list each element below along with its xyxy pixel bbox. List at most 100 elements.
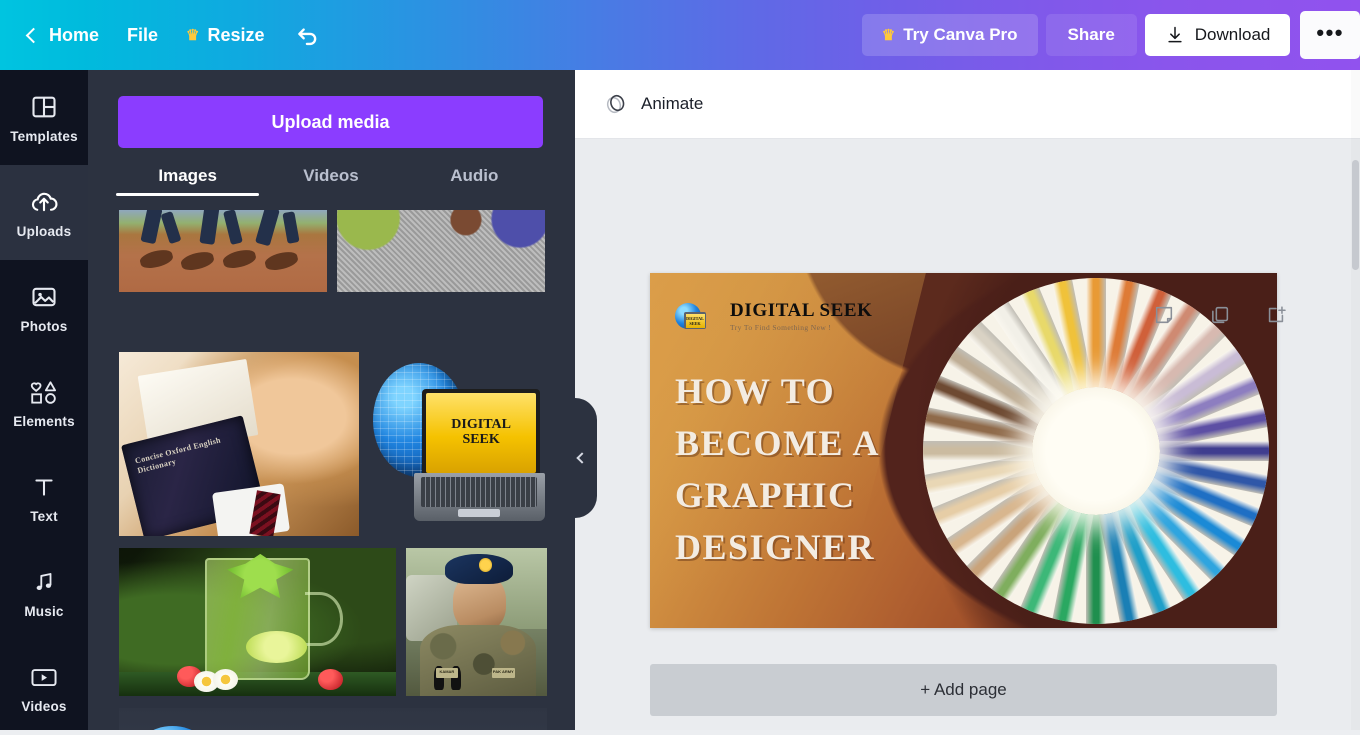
chevron-left-icon — [25, 27, 42, 43]
upload-thumbnail-army-officer-portrait[interactable]: KAMAR PAK ARMY — [406, 548, 547, 696]
templates-icon — [29, 92, 59, 122]
uploads-tabs: Images Videos Audio — [116, 166, 546, 208]
tab-images-label: Images — [158, 166, 217, 185]
tab-audio-label: Audio — [450, 166, 499, 185]
video-icon — [29, 662, 59, 692]
dictionary-book-text: Concise Oxford English Dictionary — [134, 435, 222, 476]
animate-icon — [606, 94, 625, 114]
home-button[interactable]: Home — [14, 17, 113, 54]
sidebar-item-uploads[interactable]: Uploads — [0, 165, 88, 260]
logo-text-group: DIGITAL SEEK Try To Find Something New ! — [730, 300, 873, 333]
file-label: File — [127, 24, 159, 45]
sidebar-item-text[interactable]: Text — [0, 450, 88, 545]
text-icon — [29, 472, 59, 502]
canvas-logo[interactable]: DIGITAL SEEK DIGITAL SEEK Try To Find So… — [675, 301, 873, 332]
more-options-label: ••• — [1316, 20, 1344, 45]
upload-thumbnail-girl-reading-dictionary[interactable]: Concise Oxford English Dictionary — [119, 352, 359, 536]
mug-handle — [304, 592, 344, 646]
page-action-toolbar — [1152, 302, 1288, 328]
laptop-screen-line1: DIGITAL — [451, 417, 511, 433]
try-canva-pro-label: Try Canva Pro — [903, 25, 1018, 44]
sidebar-item-templates[interactable]: Templates — [0, 70, 88, 165]
collapse-panel-handle[interactable] — [563, 398, 597, 518]
laptop-lid: DIGITAL SEEK — [422, 388, 540, 478]
top-bar: Home File ♛ Resize ♛ Try Canva Pro Share — [0, 0, 1360, 70]
name-strip-right: PAK ARMY — [492, 667, 515, 679]
add-page-icon[interactable] — [1264, 302, 1288, 328]
pencil-circle-center — [1032, 387, 1160, 515]
laptop-base — [413, 473, 546, 522]
laptop-screen-line2: SEEK — [462, 431, 500, 447]
sidebar-label-videos: Videos — [21, 698, 67, 714]
runners-legs-group — [119, 210, 327, 292]
logo-laptop-screen: DIGITAL SEEK — [685, 313, 705, 328]
topbar-left-group: Home File ♛ Resize — [0, 14, 337, 56]
resize-label: Resize — [207, 24, 265, 45]
shapes-icon — [29, 377, 59, 407]
logo-title: DIGITAL SEEK — [730, 300, 873, 321]
sidebar-label-text: Text — [30, 508, 58, 524]
laptop-keyboard — [421, 477, 538, 507]
logo-laptop-icon: DIGITAL SEEK — [684, 312, 706, 329]
sidebar-label-photos: Photos — [20, 318, 68, 334]
sidebar-label-elements: Elements — [13, 413, 75, 429]
logo-subtitle: Try To Find Something New ! — [730, 323, 832, 332]
upload-thumbnail-mint-lemon-drink[interactable] — [119, 548, 396, 696]
editor-scrollbar[interactable] — [1351, 70, 1360, 730]
share-label: Share — [1067, 25, 1115, 44]
sidebar-label-music: Music — [24, 603, 64, 619]
tab-videos-label: Videos — [303, 166, 359, 185]
upload-media-button[interactable]: Upload media — [118, 96, 543, 148]
name-strip-left: KAMAR — [435, 667, 459, 679]
share-button[interactable]: Share — [1045, 14, 1137, 56]
add-page-button[interactable]: + Add page — [650, 664, 1277, 716]
uploads-panel: Upload media Images Videos Audio Concise… — [88, 70, 575, 730]
animate-label: Animate — [641, 94, 704, 113]
editor-toolbar: Animate — [575, 70, 1360, 139]
sidebar-item-photos[interactable]: Photos — [0, 260, 88, 355]
download-label: Download — [1194, 25, 1271, 44]
animate-button[interactable]: Animate — [593, 83, 713, 125]
editor-area: Animate DIGITAL SEEK DIGITAL SEEK Try To… — [575, 70, 1360, 730]
laptop-screen: DIGITAL SEEK — [426, 392, 536, 474]
download-button[interactable]: Download — [1144, 14, 1291, 56]
more-options-button[interactable]: ••• — [1300, 11, 1360, 59]
banner-title: DIGITAL SEEK — [252, 726, 543, 730]
left-rail: Templates Uploads Photos Elements Text M… — [0, 70, 88, 730]
banner-globe — [131, 725, 214, 730]
cloud-upload-icon — [29, 187, 59, 217]
tab-images[interactable]: Images — [116, 166, 260, 196]
file-menu-button[interactable]: File — [113, 17, 172, 54]
try-canva-pro-button[interactable]: ♛ Try Canva Pro — [861, 14, 1038, 56]
sidebar-item-music[interactable]: Music — [0, 545, 88, 640]
sidebar-item-videos[interactable]: Videos — [0, 640, 88, 735]
home-label: Home — [49, 24, 100, 45]
upload-thumbnail-gravel-ground[interactable] — [337, 210, 545, 292]
sidebar-item-elements[interactable]: Elements — [0, 355, 88, 450]
tab-audio[interactable]: Audio — [403, 166, 546, 196]
tab-videos[interactable]: Videos — [259, 166, 402, 196]
logo-globe-icon: DIGITAL SEEK — [675, 303, 706, 329]
undo-button[interactable] — [279, 14, 337, 56]
sidebar-label-templates: Templates — [10, 128, 78, 144]
logo-screen-line2: SEEK — [689, 320, 701, 326]
upload-thumbnail-digital-seek-banner[interactable]: DIGITAL SEEK DIGITAL SEEK Try To Find So… — [119, 708, 547, 730]
crown-icon-pro: ♛ — [881, 26, 896, 44]
music-note-icon — [29, 567, 59, 597]
laptop-trackpad — [458, 508, 501, 518]
scrollbar-thumb[interactable] — [1352, 160, 1359, 270]
topbar-right-group: ♛ Try Canva Pro Share Download ••• — [861, 11, 1360, 59]
canvas-headline[interactable]: HOW TO BECOME A GRAPHIC DESIGNER — [675, 365, 975, 573]
duplicate-page-icon[interactable] — [1208, 302, 1232, 328]
photo-icon — [29, 282, 59, 312]
beret-badge — [479, 558, 492, 572]
upload-thumbnail-runners-on-track[interactable] — [119, 210, 327, 292]
notes-icon[interactable] — [1152, 302, 1176, 328]
upload-thumbnail-globe-laptop-digital-seek[interactable]: DIGITAL SEEK — [369, 352, 547, 536]
resize-button[interactable]: ♛ Resize — [172, 17, 279, 54]
uploads-grid: Concise Oxford English Dictionary DIGITA… — [119, 210, 547, 730]
undo-icon — [297, 28, 316, 46]
crown-icon: ♛ — [186, 26, 200, 44]
sidebar-label-uploads: Uploads — [16, 223, 72, 239]
chevron-left-icon-collapse — [576, 452, 588, 464]
